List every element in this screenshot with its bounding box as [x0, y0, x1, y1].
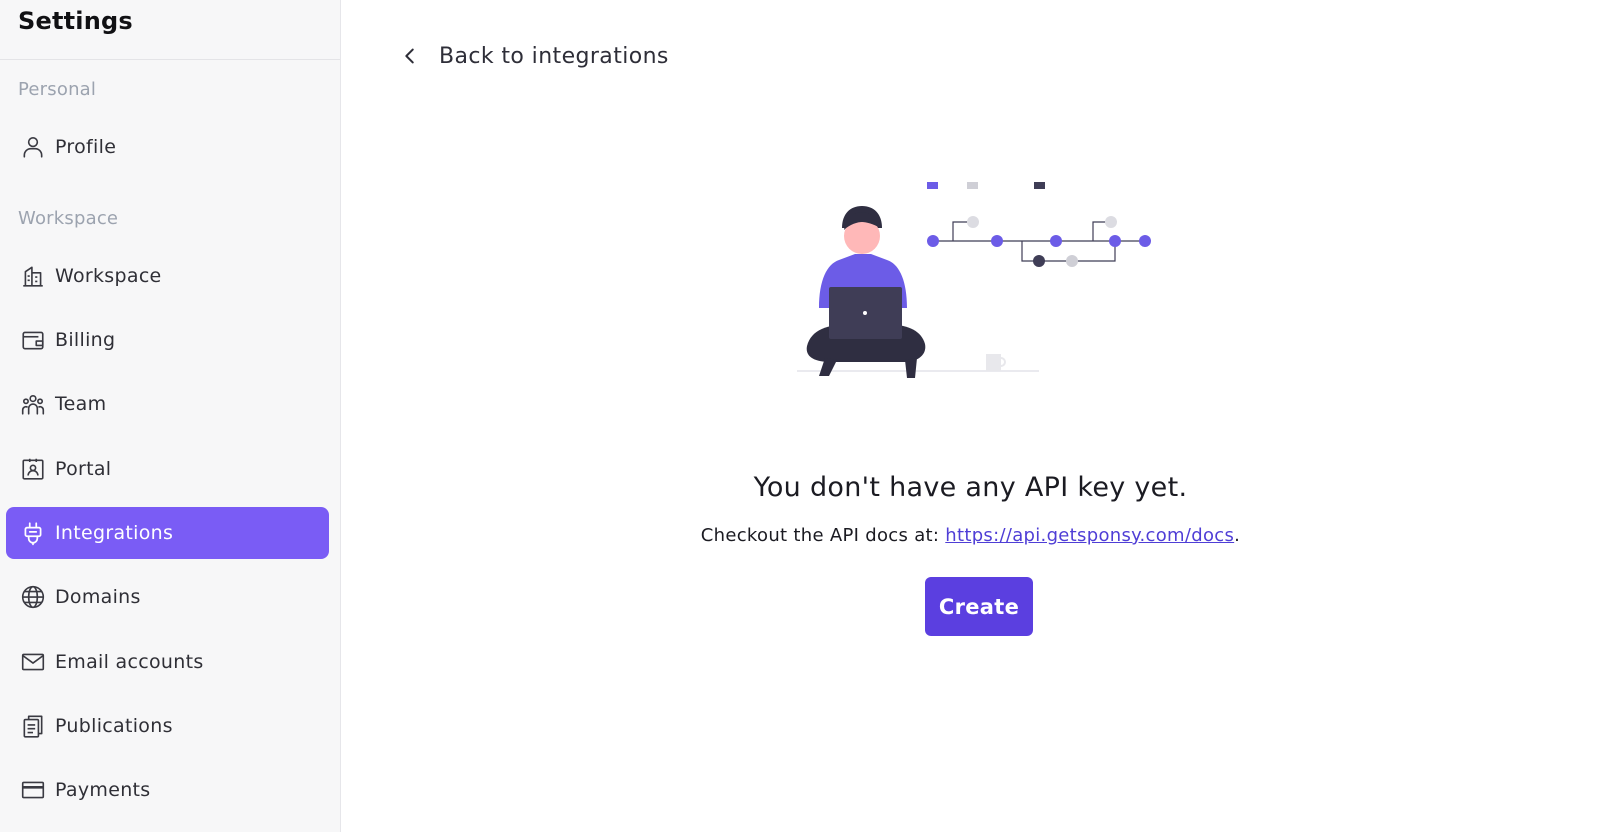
settings-sidebar: Settings Personal Profile Workspace Work…: [0, 0, 341, 832]
sidebar-item-label: Email accounts: [55, 651, 204, 673]
globe-icon: [19, 583, 47, 611]
sidebar-item-payments[interactable]: Payments: [6, 764, 329, 816]
building-icon: [19, 262, 47, 290]
wallet-icon: [19, 326, 47, 354]
portal-icon: [19, 455, 47, 483]
chevron-left-icon: [405, 48, 414, 64]
mail-icon: [19, 648, 47, 676]
user-icon: [19, 133, 47, 161]
sidebar-item-publications[interactable]: Publications: [6, 700, 329, 752]
sidebar-item-label: Payments: [55, 779, 151, 801]
empty-state-title: You don't have any API key yet.: [753, 472, 1188, 503]
team-icon: [19, 390, 47, 418]
empty-state-subtitle: Checkout the API docs at: https://api.ge…: [341, 525, 1600, 546]
sidebar-item-domains[interactable]: Domains: [6, 571, 329, 623]
create-api-key-button[interactable]: Create: [925, 577, 1033, 636]
sidebar-item-label: Team: [55, 393, 107, 415]
sidebar-item-label: Portal: [55, 458, 112, 480]
sidebar-item-label: Integrations: [55, 522, 174, 544]
docs-prefix: Checkout the API docs at:: [700, 525, 946, 546]
sidebar-item-integrations[interactable]: Integrations: [6, 507, 329, 559]
sidebar-item-profile[interactable]: Profile: [6, 121, 329, 173]
sidebar-item-portal[interactable]: Portal: [6, 443, 329, 495]
empty-state-illustration: [797, 182, 1151, 378]
sidebar-item-label: Profile: [55, 136, 117, 158]
credit-card-icon: [19, 776, 47, 804]
section-label-workspace: Workspace: [18, 208, 119, 229]
docs-suffix: .: [1234, 525, 1241, 546]
sidebar-item-email-accounts[interactable]: Email accounts: [6, 636, 329, 688]
sidebar-item-label: Billing: [55, 329, 116, 351]
section-label-personal: Personal: [18, 79, 97, 100]
sidebar-header: Settings: [0, 0, 340, 60]
sidebar-item-label: Publications: [55, 715, 173, 737]
sidebar-item-billing[interactable]: Billing: [6, 314, 329, 366]
back-to-integrations-link[interactable]: Back to integrations: [399, 40, 669, 72]
plug-icon: [19, 519, 47, 547]
documents-icon: [19, 712, 47, 740]
main-content: Back to integrations You don't have any …: [341, 0, 1600, 832]
sidebar-title: Settings: [18, 7, 133, 35]
sidebar-item-workspace[interactable]: Workspace: [6, 250, 329, 302]
sidebar-item-team[interactable]: Team: [6, 378, 329, 430]
api-docs-link[interactable]: https://api.getsponsy.com/docs: [945, 525, 1234, 546]
sidebar-item-label: Domains: [55, 586, 141, 608]
back-link-label: Back to integrations: [439, 43, 669, 69]
sidebar-item-label: Workspace: [55, 265, 162, 287]
